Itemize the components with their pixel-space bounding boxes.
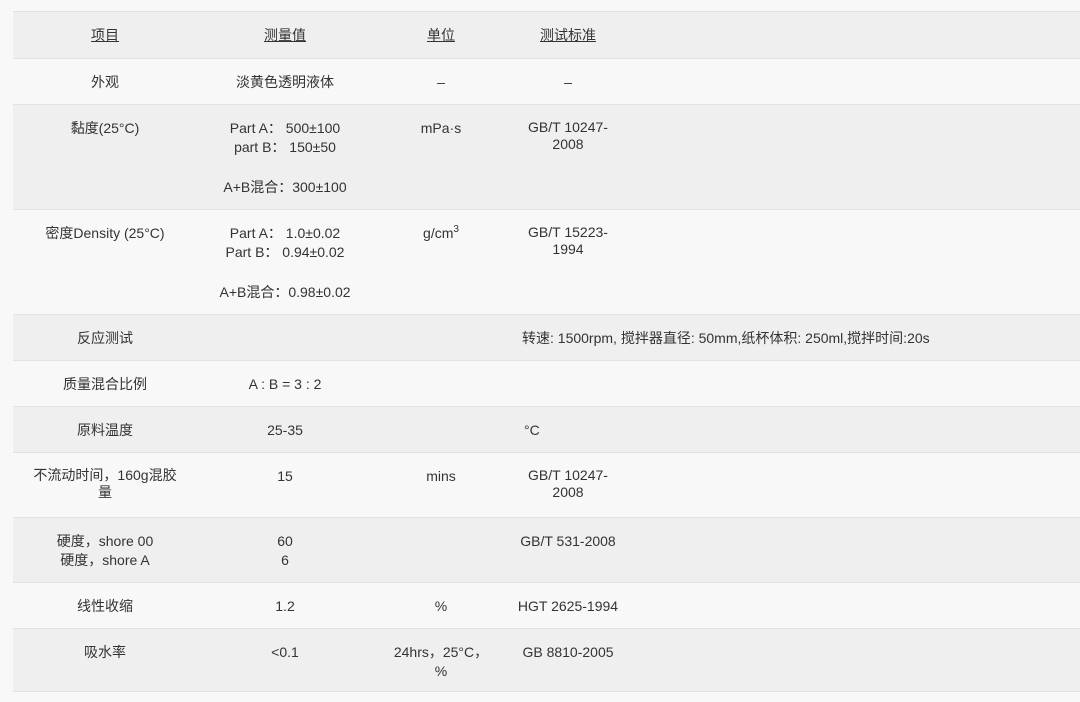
row-value: Part A： 500±100 part B： 150±50 A+B混合：300… [197,104,373,210]
row-standard: GB 8810-2005 [509,628,627,692]
row-standard: GB/T 531-2008 [509,517,627,583]
row-item: 外观 [13,58,197,105]
row-unit: °C [509,406,627,453]
row-standard: GB/T 10247- 2008 [509,452,627,518]
row-item: 质量混合比例 [13,360,197,407]
row-unit: – [373,58,509,105]
row-value: 25-35 [197,406,373,453]
table-row: 外观 淡黄色透明液体 – – [13,58,1080,105]
table-header-row: 项目 测量值 单位 测试标准 [13,12,1080,59]
row-item: 吸水率 [13,628,197,692]
row-standard: GB/T 15223- 1994 [509,209,627,315]
header-item: 项目 [13,12,197,59]
row-value: Part A： 1.0±0.02 Part B： 0.94±0.02 A+B混合… [197,209,373,315]
row-unit: % [373,582,509,629]
row-value: 15 [197,452,373,518]
table-row: 吸水率 <0.1 24hrs，25°C， % GB 8810-2005 [13,628,1080,692]
row-item: 反应测试 [13,314,197,361]
row-value: 1.2 [197,582,373,629]
header-value: 测量值 [197,12,373,59]
row-unit: mins [373,452,509,518]
row-standard: – [509,58,627,105]
header-unit: 单位 [373,12,509,59]
row-value: A : B = 3 : 2 [197,360,373,407]
row-item: 原料温度 [13,406,197,453]
row-standard: GB/T 10247- 2008 [509,104,627,210]
table-row: 原料温度 25-35 °C [13,406,1080,453]
row-item: 线性收缩 [13,582,197,629]
row-item: 密度Density (25°C) [13,209,197,315]
row-unit: 24hrs，25°C， % [373,628,509,692]
row-unit: mPa·s [373,104,509,210]
table-row: 不流动时间，160g混胶 量 15 mins GB/T 10247- 2008 [13,452,1080,518]
table-row: 密度Density (25°C) Part A： 1.0±0.02 Part B… [13,209,1080,315]
row-item: 黏度(25°C) [13,104,197,210]
table-row: 黏度(25°C) Part A： 500±100 part B： 150±50 … [13,104,1080,210]
row-value: 60 6 [197,517,373,583]
row-value: 淡黄色透明液体 [197,58,373,105]
row-note: 转速: 1500rpm, 搅拌器直径: 50mm,纸杯体积: 250ml,搅拌时… [197,314,1080,361]
row-item: 硬度，shore 00 硬度，shore A [13,517,197,583]
row-standard: HGT 2625-1994 [509,582,627,629]
table-row: 质量混合比例 A : B = 3 : 2 [13,360,1080,407]
row-value: <0.1 [197,628,373,692]
spec-table: 项目 测量值 单位 测试标准 外观 淡黄色透明液体 – – 黏度(25°C) P… [13,12,1080,692]
table-row: 线性收缩 1.2 % HGT 2625-1994 [13,582,1080,629]
row-unit: g/cm3 [373,209,509,315]
table-row: 硬度，shore 00 硬度，shore A 60 6 GB/T 531-200… [13,517,1080,583]
header-standard: 测试标准 [509,12,627,59]
table-row: 反应测试 转速: 1500rpm, 搅拌器直径: 50mm,纸杯体积: 250m… [13,314,1080,361]
row-item: 不流动时间，160g混胶 量 [13,452,197,518]
